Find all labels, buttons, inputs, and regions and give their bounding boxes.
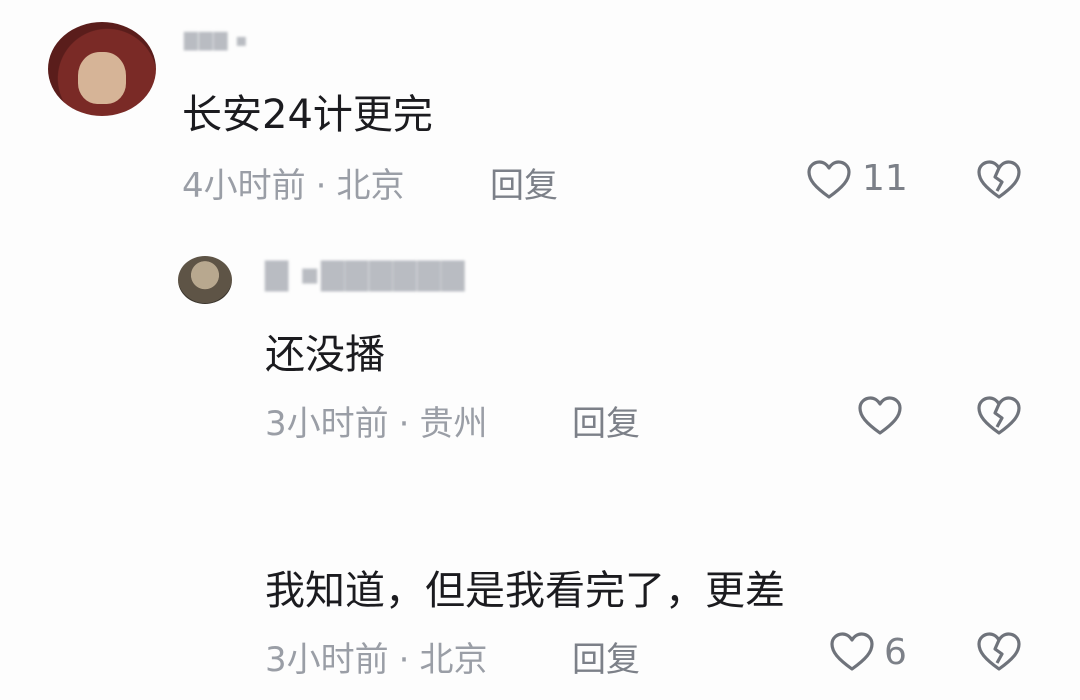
username-blurred[interactable]: ▇▇▇ ▪ [184,30,248,51]
separator: · [398,404,410,444]
heart-icon [807,160,851,199]
dislike-button[interactable] [975,156,1023,204]
reply-button[interactable]: 回复 [572,396,640,445]
reply-location: 贵州 [419,404,488,444]
reply-time: 3小时前 [265,640,389,680]
dislike-button[interactable] [975,628,1023,676]
comment-location: 北京 [336,166,405,206]
reply-location: 北京 [419,640,488,680]
separator: · [398,640,410,680]
broken-heart-icon [977,632,1021,671]
reply-meta: 3小时前 · 贵州 [265,396,487,445]
comment-time: 4小时前 [182,166,306,206]
reply-button[interactable]: 回复 [490,158,558,207]
reply-username-blurred[interactable]: ▇ ▪▇▇▇▇▇▇ [265,257,465,292]
like-button[interactable] [805,156,853,204]
comment-thread: ▇▇▇ ▪ 长安24计更完 4小时前 · 北京 回复 11 ▇ ▪▇▇▇▇▇▇ 还没… [0,0,1080,700]
like-button[interactable] [828,628,876,676]
like-count: 11 [862,158,908,199]
heart-icon [858,396,902,435]
reply-meta: 3小时前 · 北京 [265,632,487,681]
reply-time: 3小时前 [265,404,389,444]
reply-user-avatar[interactable] [178,256,232,304]
comment-meta: 4小时前 · 北京 [182,158,404,207]
reply-text: 我知道，但是我看完了，更差 [265,568,785,614]
heart-icon [830,632,874,671]
broken-heart-icon [977,160,1021,199]
like-count: 6 [884,632,907,673]
user-avatar[interactable] [48,22,156,116]
separator: · [315,166,327,206]
dislike-button[interactable] [975,392,1023,440]
reply-button[interactable]: 回复 [572,632,640,681]
broken-heart-icon [977,396,1021,435]
comment-text: 长安24计更完 [182,92,433,138]
like-button[interactable] [856,392,904,440]
reply-text: 还没播 [265,332,385,378]
